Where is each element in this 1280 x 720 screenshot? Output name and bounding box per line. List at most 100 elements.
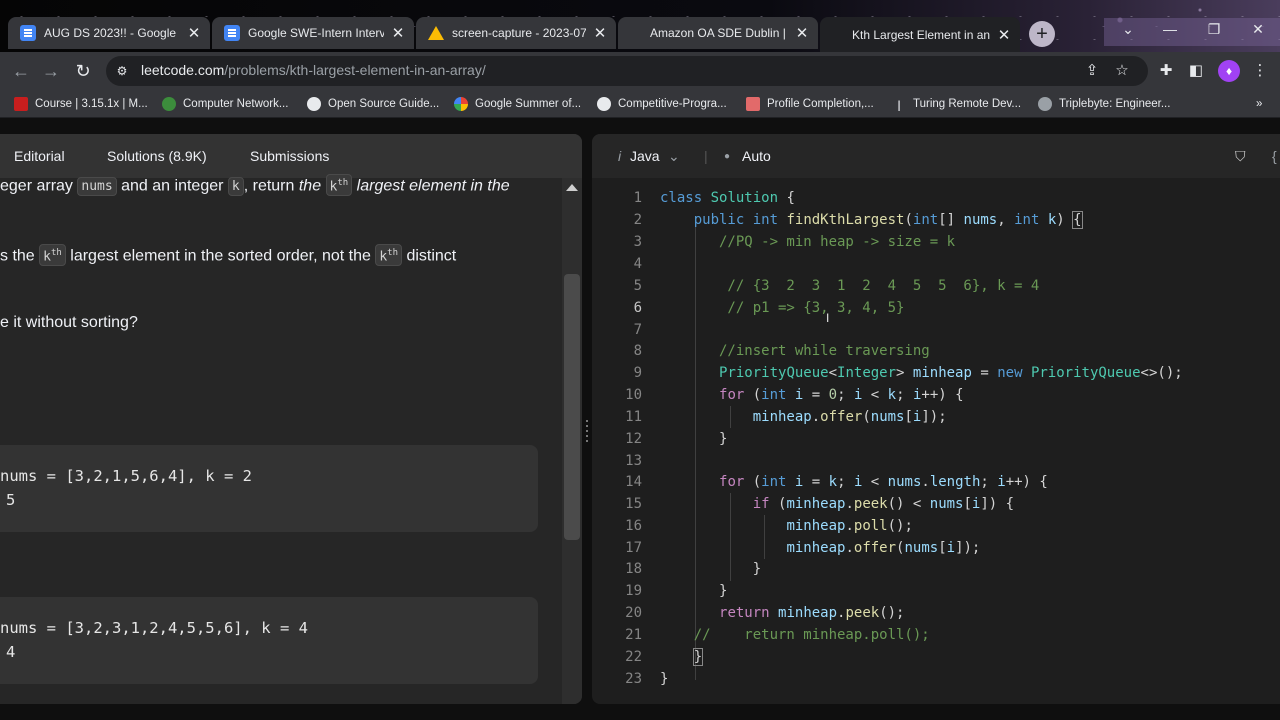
bookmark-label: Triplebyte: Engineer... xyxy=(1059,98,1171,110)
bookmark-item[interactable]: ꞁ Turing Remote Dev... xyxy=(892,96,1021,112)
close-icon[interactable]: ✕ xyxy=(390,24,406,42)
maximize-icon[interactable]: ❐ xyxy=(1194,14,1234,44)
extensions-icon[interactable]: ✚ xyxy=(1156,61,1176,81)
code-line[interactable]: public int findKthLargest(int[] nums, in… xyxy=(660,211,1083,229)
docs-icon xyxy=(224,25,240,41)
code-line[interactable]: //PQ -> min heap -> size = k xyxy=(660,234,955,250)
line-number: 3 xyxy=(633,234,642,250)
code-line[interactable]: minheap.offer(nums[i]); xyxy=(660,540,980,556)
minimize-icon[interactable]: — xyxy=(1150,14,1190,44)
tab-editorial[interactable]: Editorial xyxy=(14,148,65,164)
line-number: 7 xyxy=(633,322,642,338)
line-number: 12 xyxy=(625,431,642,447)
pane-divider[interactable] xyxy=(582,134,592,704)
close-icon[interactable]: ✕ xyxy=(186,24,202,42)
new-tab-button[interactable]: + xyxy=(1029,21,1055,47)
code-line[interactable]: } xyxy=(660,648,704,666)
site-info-icon[interactable]: ⚙ xyxy=(114,63,130,79)
browser-tab[interactable]: AUG DS 2023!! - Google Do ✕ xyxy=(8,17,210,49)
code-line[interactable]: minheap.poll(); xyxy=(660,518,912,534)
code-line[interactable]: // {3 2 3 1 2 4 5 5 6}, k = 4 xyxy=(660,278,1039,294)
inline-code: nums xyxy=(77,177,117,197)
example-2-input: nums = [3,2,3,1,2,4,5,5,6], k = 4 xyxy=(0,619,308,637)
forward-arrow-icon[interactable]: → xyxy=(40,60,62,82)
bookmark-favicon-icon xyxy=(14,97,28,111)
text-cursor-icon: I xyxy=(826,311,830,325)
language-selector[interactable]: Java xyxy=(630,148,660,164)
browser-tab[interactable]: Amazon OA SDE Dublin | ✕ xyxy=(618,17,818,49)
text: largest element in the sorted order, not… xyxy=(65,247,376,265)
window-close-icon[interactable]: ✕ xyxy=(1238,14,1278,44)
side-panel-icon[interactable]: ◧ xyxy=(1186,61,1206,81)
autocomplete-mode[interactable]: Auto xyxy=(742,148,771,164)
tab-title: screen-capture - 2023-07 xyxy=(452,26,586,40)
line-number: 4 xyxy=(633,256,642,272)
code-line[interactable]: PriorityQueue<Integer> minheap = new Pri… xyxy=(660,365,1183,381)
example-1-input: nums = [3,2,1,5,6,4], k = 2 xyxy=(0,467,252,485)
browser-tab[interactable]: Google SWE-Intern Intervie ✕ xyxy=(212,17,414,49)
bookmark-item[interactable]: Open Source Guide... xyxy=(307,96,439,112)
tab-title: Kth Largest Element in an xyxy=(852,27,990,42)
code-line[interactable]: minheap.offer(nums[i]); xyxy=(660,409,947,425)
line-number: 5 xyxy=(633,278,642,294)
text: s the xyxy=(0,247,40,265)
text: eger array xyxy=(0,177,78,195)
inline-code: kth xyxy=(39,244,66,267)
close-icon[interactable]: ✕ xyxy=(996,26,1012,44)
code-line[interactable]: // return minheap.poll(); xyxy=(660,627,930,643)
browser-tab-active[interactable]: Kth Largest Element in an ✕ xyxy=(820,17,1020,52)
bookmark-item[interactable]: Triplebyte: Engineer... xyxy=(1038,96,1170,112)
code-line[interactable]: for (int i = 0; i < k; i++) { xyxy=(660,387,964,403)
bookmark-favicon-icon xyxy=(162,97,176,111)
more-menu-icon[interactable]: ⋮ xyxy=(1250,61,1270,81)
bookmark-label: Open Source Guide... xyxy=(328,98,440,110)
text: and an integer xyxy=(116,177,228,195)
bookmarks-overflow-button[interactable]: » xyxy=(1256,96,1262,112)
code-line[interactable]: } xyxy=(660,431,727,447)
bookmark-item[interactable]: Competitive-Progra... xyxy=(597,96,727,112)
editor-header: i Java ⌄ | ● Auto ⛉ { xyxy=(592,134,1280,178)
code-line[interactable]: // p1 => {3, 3, 4, 5} xyxy=(660,300,904,316)
code-editor-pane[interactable]: i Java ⌄ | ● Auto ⛉ { 1 2 3 4 5 6 7 8 9 10 11 12 13 1… xyxy=(592,134,1280,704)
braces-icon[interactable]: { xyxy=(1272,148,1277,164)
line-number: 21 xyxy=(625,627,642,643)
reload-icon[interactable]: ↻ xyxy=(72,60,94,82)
scrollbar-thumb[interactable] xyxy=(564,274,580,540)
browser-tab[interactable]: screen-capture - 2023-07 ✕ xyxy=(416,17,616,49)
code-line[interactable]: } xyxy=(660,561,761,577)
bookmark-star-icon[interactable]: ☆ xyxy=(1112,61,1132,81)
tab-submissions[interactable]: Submissions xyxy=(250,148,329,164)
text: distinct xyxy=(402,247,457,265)
code-line[interactable]: } xyxy=(660,583,727,599)
bookmark-item[interactable]: Computer Network... xyxy=(162,96,288,112)
share-icon[interactable]: ⇪ xyxy=(1082,61,1102,81)
scroll-up-arrow-icon[interactable] xyxy=(566,184,578,191)
tab-search-icon[interactable]: ⌄ xyxy=(1108,14,1148,44)
code-line[interactable]: return minheap.peek(); xyxy=(660,605,904,621)
close-icon[interactable]: ✕ xyxy=(592,24,608,42)
close-icon[interactable]: ✕ xyxy=(794,24,810,42)
code-line[interactable]: //insert while traversing xyxy=(660,343,930,359)
code-line[interactable]: if (minheap.peek() < nums[i]) { xyxy=(660,496,1014,512)
code-line[interactable]: class Solution { xyxy=(660,190,795,206)
bookmark-label: Profile Completion,... xyxy=(767,98,874,110)
profile-avatar[interactable]: ♦ xyxy=(1218,60,1240,82)
chevron-down-icon[interactable]: ⌄ xyxy=(668,148,680,165)
code-line[interactable]: for (int i = k; i < nums.length; i++) { xyxy=(660,474,1048,490)
github-icon xyxy=(597,97,611,111)
url-path: /problems/kth-largest-element-in-an-arra… xyxy=(224,62,486,78)
back-arrow-icon[interactable]: ← xyxy=(10,60,32,82)
text: , return xyxy=(243,177,299,195)
bookmark-item[interactable]: Course | 3.15.1x | M... xyxy=(14,96,148,112)
drag-handle-icon[interactable] xyxy=(585,420,589,444)
italic-text: the xyxy=(298,177,326,195)
url-text[interactable]: leetcode.com/problems/kth-largest-elemen… xyxy=(141,62,486,78)
bookmark-icon[interactable]: ⛉ xyxy=(1235,148,1246,165)
tab-title: Amazon OA SDE Dublin | xyxy=(650,26,786,40)
tab-title: AUG DS 2023!! - Google Do xyxy=(44,26,180,40)
code-line[interactable]: } xyxy=(660,671,668,687)
tab-solutions[interactable]: Solutions (8.9K) xyxy=(107,148,207,164)
inline-code: k xyxy=(227,177,244,197)
bookmark-item[interactable]: Profile Completion,... xyxy=(746,96,874,112)
bookmark-item[interactable]: Google Summer of... xyxy=(454,96,581,112)
